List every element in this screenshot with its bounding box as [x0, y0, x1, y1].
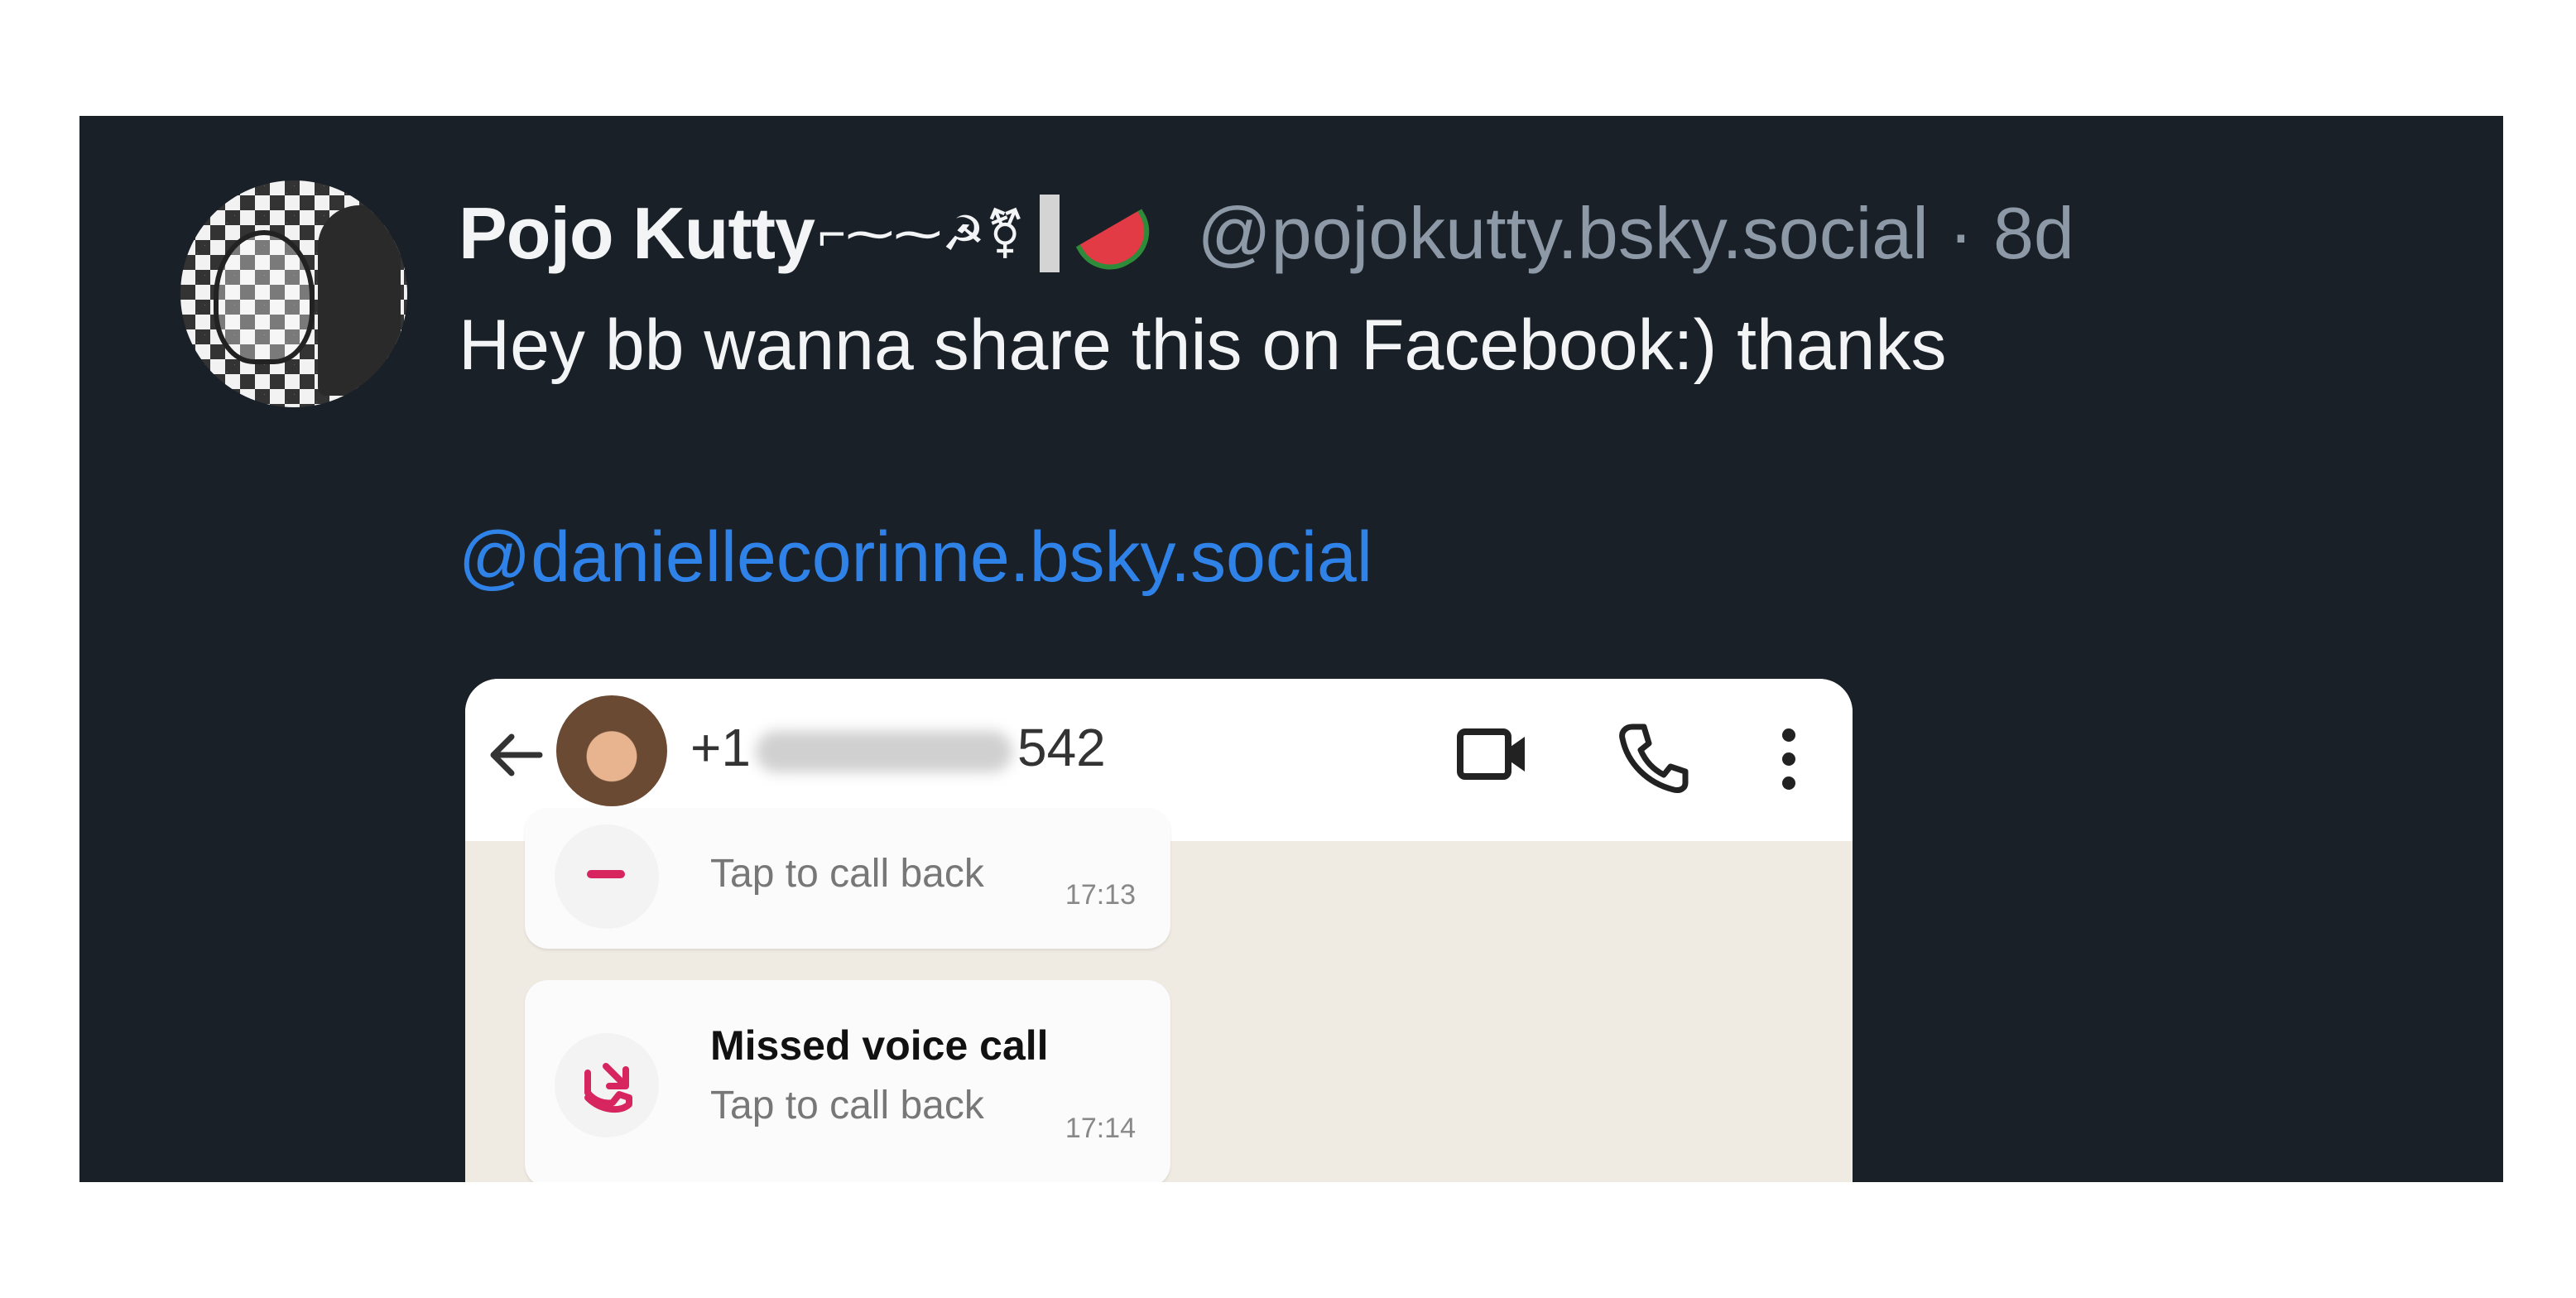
call-subtitle: Tap to call back — [710, 852, 984, 896]
author-handle[interactable]: @pojokutty.bsky.social · 8d — [1197, 191, 2074, 276]
call-icon-container — [555, 1033, 659, 1137]
post-text: Hey bb wanna share this on Facebook:) th… — [459, 305, 1947, 385]
contact-avatar[interactable] — [556, 695, 667, 806]
call-title: Missed voice call — [710, 1022, 1049, 1069]
missed-call-icon — [584, 1063, 632, 1113]
contact-number: +1 542 — [690, 717, 1106, 778]
contact-number-suffix: 542 — [1016, 718, 1106, 777]
author-avatar[interactable] — [180, 180, 407, 407]
call-icon-container — [555, 824, 659, 929]
contact-number-prefix: +1 — [690, 718, 751, 777]
video-call-icon[interactable] — [1455, 725, 1530, 783]
blurred-digits — [755, 731, 1012, 773]
call-subtitle: Tap to call back — [710, 1084, 984, 1127]
missed-call-icon — [587, 870, 625, 878]
embedded-image[interactable]: +1 542 Tap to call back 17:13 Missed voi… — [465, 679, 1853, 1182]
watermelon-icon — [1076, 209, 1163, 283]
chat-area: Tap to call back 17:13 Missed voice call… — [465, 808, 1853, 1182]
phone-icon[interactable] — [1616, 720, 1690, 795]
author-name[interactable]: Pojo Kutty — [459, 191, 815, 276]
call-bubble[interactable]: Tap to call back 17:13 — [525, 808, 1170, 949]
post-header: Pojo Kutty ⌐⁓⁓☭⚧ @pojokutty.bsky.social … — [459, 184, 2074, 283]
call-time: 17:13 — [1065, 879, 1136, 911]
avatar-figure-graphic — [318, 205, 401, 396]
social-post: Pojo Kutty ⌐⁓⁓☭⚧ @pojokutty.bsky.social … — [79, 116, 2503, 1182]
more-options-icon[interactable] — [1776, 722, 1801, 796]
call-bubble[interactable]: Missed voice call Tap to call back 17:14 — [525, 980, 1170, 1182]
mention-link[interactable]: @daniellecorinne.bsky.social — [459, 517, 1372, 599]
call-time: 17:14 — [1065, 1113, 1136, 1144]
author-name-symbols: ⌐⁓⁓☭⚧ — [817, 207, 1026, 261]
avatar-hand-graphic — [214, 230, 315, 364]
back-arrow-icon[interactable] — [482, 722, 548, 788]
flag-icon — [1040, 195, 1060, 272]
